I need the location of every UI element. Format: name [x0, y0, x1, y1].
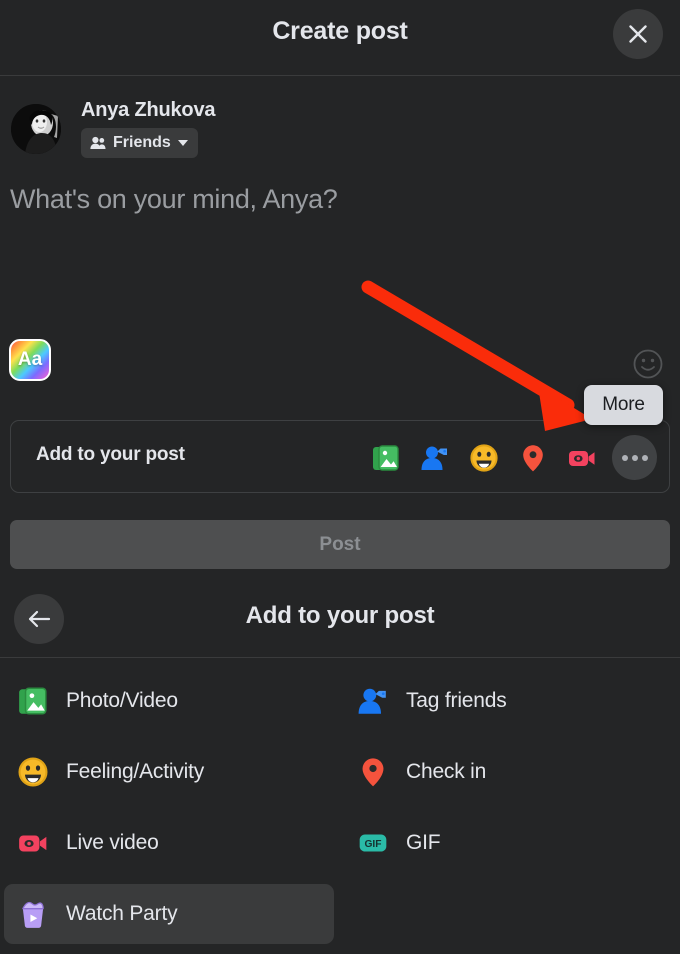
close-icon	[629, 25, 647, 43]
add-to-post-icons	[367, 433, 657, 482]
live-video-button[interactable]	[563, 439, 601, 477]
dot-icon	[621, 454, 628, 461]
photo-video-icon	[16, 684, 50, 718]
tag-friends-button[interactable]	[416, 439, 454, 477]
smiley-outline-icon	[633, 349, 663, 379]
avatar[interactable]	[11, 104, 61, 154]
live-video-icon	[569, 450, 595, 466]
add-to-post-bar: Add to your post	[10, 420, 670, 493]
more-tooltip: More	[584, 385, 663, 425]
dot-icon	[641, 454, 648, 461]
menu-item-label: Feeling/Activity	[66, 760, 205, 783]
feeling-activity-button[interactable]	[465, 439, 503, 477]
svg-text:GIF: GIF	[364, 839, 381, 850]
post-button[interactable]: Post	[10, 520, 670, 569]
post-button-label: Post	[319, 533, 361, 555]
chevron-down-icon	[177, 140, 188, 146]
tooltip-label: More	[602, 394, 645, 415]
dialog-header: Create post	[0, 0, 680, 76]
add-to-post-label: Add to your post	[36, 444, 185, 465]
menu-item-gif[interactable]: GIF GIF	[344, 813, 674, 873]
composer-placeholder[interactable]: What's on your mind, Anya?	[10, 184, 338, 215]
author-row: Anya Zhukova Friends	[0, 86, 680, 166]
text-style-label: Aa	[17, 349, 43, 370]
avatar-icon	[11, 104, 61, 154]
menu-item-feeling-activity[interactable]: Feeling/Activity	[4, 742, 334, 802]
create-post-dialog: Create post Anya Zhukova Friends What's …	[0, 0, 680, 954]
tag-friends-icon	[356, 684, 390, 718]
dot-icon	[631, 454, 638, 461]
text-style-button[interactable]: Aa	[9, 339, 51, 381]
check-in-button[interactable]	[514, 439, 552, 477]
author-name: Anya Zhukova	[81, 99, 216, 121]
check-in-icon	[356, 755, 390, 789]
feeling-activity-icon	[16, 755, 50, 789]
friends-group-icon	[90, 136, 106, 149]
watch-party-icon	[16, 897, 50, 931]
gif-icon: GIF	[356, 826, 390, 860]
photo-video-icon	[373, 444, 399, 471]
audience-selector[interactable]: Friends	[81, 128, 198, 158]
menu-item-watch-party[interactable]: Watch Party	[4, 884, 334, 944]
more-button[interactable]	[612, 435, 657, 480]
tag-friends-icon	[421, 446, 447, 470]
check-in-icon	[523, 444, 543, 471]
photo-video-button[interactable]	[367, 439, 405, 477]
live-video-icon	[16, 826, 50, 860]
menu-item-label: Watch Party	[66, 902, 178, 925]
menu-item-live-video[interactable]: Live video	[4, 813, 334, 873]
sheet-header: Add to your post	[0, 580, 680, 658]
menu-item-label: Live video	[66, 831, 159, 854]
audience-label: Friends	[113, 134, 171, 151]
add-to-post-menu: Photo/Video Tag friends Feeling/Activity…	[0, 662, 680, 954]
menu-item-label: Photo/Video	[66, 689, 178, 712]
menu-item-label: Tag friends	[406, 689, 507, 712]
close-button[interactable]	[613, 9, 663, 59]
feeling-activity-icon	[470, 443, 498, 472]
page-title: Create post	[272, 17, 408, 45]
menu-item-photo-video[interactable]: Photo/Video	[4, 671, 334, 731]
menu-item-check-in[interactable]: Check in	[344, 742, 674, 802]
composer-emoji-button[interactable]	[632, 348, 664, 380]
sheet-title: Add to your post	[245, 602, 435, 629]
menu-item-label: GIF	[406, 831, 441, 854]
menu-item-tag-friends[interactable]: Tag friends	[344, 671, 674, 731]
menu-item-label: Check in	[406, 760, 487, 783]
